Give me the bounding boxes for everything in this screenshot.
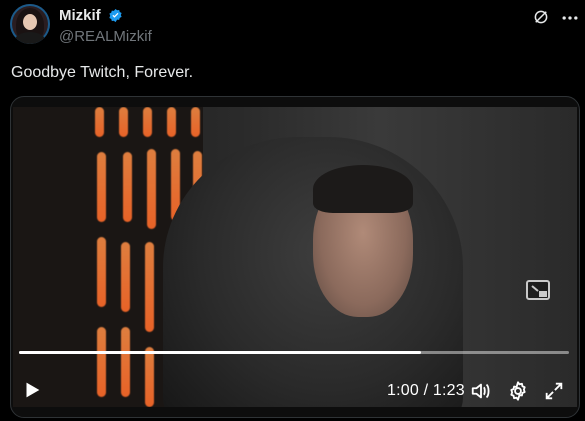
video-progress-fill [19, 351, 421, 354]
play-icon[interactable] [21, 379, 43, 401]
volume-icon[interactable] [470, 380, 492, 402]
video-subject-hair [313, 165, 413, 213]
video-subject-hood [163, 137, 463, 407]
light-slit [97, 237, 106, 307]
video-frame[interactable] [13, 107, 577, 407]
light-slit [97, 152, 106, 222]
video-progress-bar[interactable] [19, 351, 569, 354]
light-slit [145, 242, 154, 332]
more-icon[interactable] [560, 8, 580, 28]
light-slit [97, 327, 106, 397]
gear-icon[interactable] [507, 380, 529, 402]
light-slit [121, 242, 130, 312]
video-time: 1:00 / 1:23 [387, 382, 465, 399]
author-handle[interactable]: @REALMizkif [59, 28, 152, 45]
light-slit [147, 149, 156, 229]
video-player[interactable]: 1:00 / 1:23 [10, 96, 580, 418]
tweet-text: Goodbye Twitch, Forever. [11, 64, 194, 81]
light-slit [121, 327, 130, 397]
light-slit [143, 107, 152, 137]
light-slit [123, 152, 132, 222]
avatar-face [23, 14, 37, 30]
avatar[interactable] [10, 4, 50, 44]
grok-icon[interactable] [532, 8, 550, 26]
author-name[interactable]: Mizkif [59, 7, 101, 24]
light-slit [119, 107, 128, 137]
verified-badge-icon [109, 8, 122, 23]
light-slit [95, 107, 104, 137]
fullscreen-icon[interactable] [543, 380, 565, 402]
light-slit [167, 107, 176, 137]
light-slit [145, 347, 154, 407]
light-slit [191, 107, 200, 137]
picture-in-picture-icon[interactable] [525, 279, 551, 301]
